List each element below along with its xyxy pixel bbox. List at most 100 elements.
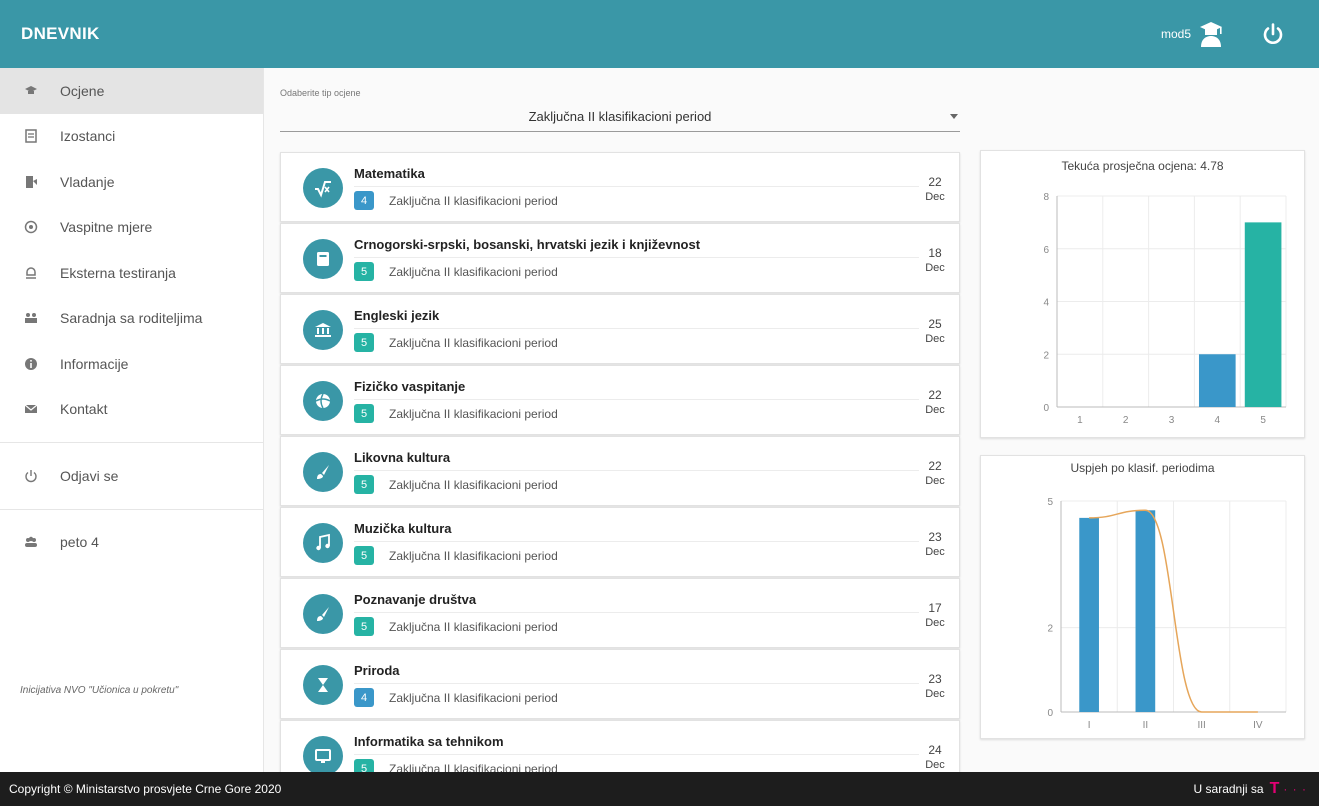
y-tick-label: 6 bbox=[1043, 245, 1049, 256]
sidebar-item-vaspitne-mjere[interactable]: Vaspitne mjere bbox=[0, 205, 263, 251]
book-icon bbox=[303, 239, 343, 279]
power-icon[interactable] bbox=[1261, 22, 1285, 46]
grade-distribution-svg: 0 2 4 6 8 1 2 3 4 5 bbox=[1043, 192, 1287, 426]
grade-month: Dec bbox=[925, 759, 945, 771]
grade-month: Dec bbox=[925, 262, 945, 274]
subject-name: Poznavanje društva bbox=[354, 592, 477, 607]
sidebar-item-label: Informacije bbox=[60, 355, 129, 372]
card-divider bbox=[354, 541, 919, 542]
y-tick-label: 4 bbox=[1043, 298, 1049, 309]
measures-icon bbox=[24, 220, 38, 234]
sidebar-item-izostanci[interactable]: Izostanci bbox=[0, 114, 263, 160]
grade-card[interactable]: Fizičko vaspitanje 5 Zaključna II klasif… bbox=[280, 365, 960, 435]
grade-day: 23 bbox=[928, 672, 942, 686]
grade-badge: 5 bbox=[354, 475, 374, 494]
grade-period: Zaključna II klasifikacioni period bbox=[389, 691, 558, 705]
y-tick-label: 5 bbox=[1047, 497, 1053, 508]
subject-name: Fizičko vaspitanje bbox=[354, 379, 466, 394]
grade-card[interactable]: Engleski jezik 5 Zaključna II klasifikac… bbox=[280, 294, 960, 364]
grade-day: 18 bbox=[928, 246, 942, 260]
sidebar: Ocjene Izostanci Vladanje Vaspitne mjere… bbox=[0, 68, 264, 772]
grade-period: Zaključna II klasifikacioni period bbox=[389, 620, 558, 634]
subject-name: Muzička kultura bbox=[354, 521, 452, 536]
sidebar-item-label: Vaspitne mjere bbox=[60, 219, 153, 236]
x-tick-label: 5 bbox=[1260, 415, 1266, 426]
select-label: Odaberite tip ocjene bbox=[280, 88, 361, 98]
footer: Copyright © Ministarstvo prosvjete Crne … bbox=[0, 772, 1319, 806]
card-divider bbox=[354, 399, 919, 400]
initiative-text: Inicijativa NVO "Učionica u pokretu" bbox=[20, 685, 179, 696]
bar-5 bbox=[1244, 222, 1282, 407]
x-tick-label: II bbox=[1143, 720, 1149, 731]
sidebar-item-ocjene[interactable]: Ocjene bbox=[0, 68, 263, 114]
grade-card[interactable]: Likovna kultura 5 Zaključna II klasifika… bbox=[280, 436, 960, 506]
card-divider bbox=[354, 257, 919, 258]
grade-day: 23 bbox=[928, 530, 942, 544]
grade-card[interactable]: Muzička kultura 5 Zaključna II klasifika… bbox=[280, 507, 960, 577]
grade-month: Dec bbox=[925, 191, 945, 203]
sidebar-divider bbox=[0, 508, 263, 510]
grade-period: Zaključna II klasifikacioni period bbox=[389, 549, 558, 563]
grade-day: 17 bbox=[928, 601, 942, 615]
grade-distribution-chart: Tekuća prosječna ocjena: 4.78 0246812345 bbox=[980, 150, 1305, 438]
y-tick-label: 8 bbox=[1043, 192, 1049, 203]
testing-icon bbox=[24, 266, 38, 280]
sqrt-icon bbox=[303, 168, 343, 208]
brush-icon bbox=[303, 452, 343, 492]
partner-text: U saradnji sa bbox=[1193, 782, 1264, 796]
grade-card[interactable]: Crnogorski-srpski, bosanski, hrvatski je… bbox=[280, 223, 960, 293]
grade-card[interactable]: Priroda 4 Zaključna II klasifikacioni pe… bbox=[280, 649, 960, 719]
grade-period: Zaključna II klasifikacioni period bbox=[389, 478, 558, 492]
top-right: mod5 bbox=[1161, 20, 1285, 48]
main-content: Odaberite tip ocjene Zaključna II klasif… bbox=[280, 68, 960, 790]
grade-period: Zaključna II klasifikacioni period bbox=[389, 265, 558, 279]
brand-title[interactable]: DNEVNIK bbox=[21, 24, 100, 44]
card-divider bbox=[354, 612, 919, 613]
bar-I bbox=[1079, 517, 1099, 712]
grade-period: Zaključna II klasifikacioni period bbox=[389, 407, 558, 421]
sidebar-item-label: Kontakt bbox=[60, 401, 108, 418]
subject-name: Engleski jezik bbox=[354, 308, 440, 323]
sidebar-item-label: Saradnja sa roditeljima bbox=[60, 310, 203, 327]
sidebar-item-kontakt[interactable]: Kontakt bbox=[0, 387, 263, 433]
logout-button[interactable]: Odjavi se bbox=[0, 453, 263, 499]
top-bar: DNEVNIK mod5 bbox=[0, 0, 1319, 68]
x-tick-label: 3 bbox=[1169, 415, 1175, 426]
subject-name: Matematika bbox=[354, 166, 425, 181]
grade-month: Dec bbox=[925, 475, 945, 487]
partner-info[interactable]: U saradnji sa T · · · bbox=[1194, 780, 1307, 798]
x-tick-label: 4 bbox=[1215, 415, 1221, 426]
student-user-icon[interactable] bbox=[1197, 20, 1225, 48]
y-tick-label: 0 bbox=[1043, 403, 1049, 414]
sidebar-item-informacije[interactable]: Informacije bbox=[0, 341, 263, 387]
hourglass-icon bbox=[303, 665, 343, 705]
class-label: peto 4 bbox=[60, 534, 99, 551]
card-divider bbox=[354, 683, 919, 684]
class-selector[interactable]: peto 4 bbox=[0, 520, 263, 566]
grades-icon bbox=[24, 84, 38, 98]
grade-card[interactable]: Poznavanje društva 5 Zaključna II klasif… bbox=[280, 578, 960, 648]
grade-type-select[interactable]: Odaberite tip ocjene Zaključna II klasif… bbox=[280, 88, 960, 132]
card-divider bbox=[354, 186, 919, 187]
sidebar-item-eksterna-testiranja[interactable]: Eksterna testiranja bbox=[0, 250, 263, 296]
y-tick-label: 0 bbox=[1047, 708, 1053, 719]
card-divider bbox=[354, 328, 919, 329]
card-divider bbox=[354, 754, 919, 755]
grade-day: 22 bbox=[928, 459, 942, 473]
subject-name: Priroda bbox=[354, 663, 400, 678]
music-icon bbox=[303, 523, 343, 563]
grade-badge: 5 bbox=[354, 546, 374, 565]
y-tick-label: 2 bbox=[1047, 624, 1053, 635]
logout-label: Odjavi se bbox=[60, 467, 119, 484]
x-tick-label: III bbox=[1197, 720, 1205, 731]
sidebar-item-vladanje[interactable]: Vladanje bbox=[0, 159, 263, 205]
grade-card[interactable]: Matematika 4 Zaključna II klasifikacioni… bbox=[280, 152, 960, 222]
bar-II bbox=[1135, 510, 1156, 712]
grade-month: Dec bbox=[925, 333, 945, 345]
grade-period: Zaključna II klasifikacioni period bbox=[389, 194, 558, 208]
ball-icon bbox=[303, 381, 343, 421]
sidebar-item-label: Ocjene bbox=[60, 82, 105, 99]
power-icon bbox=[24, 469, 38, 483]
sidebar-item-saradnja[interactable]: Saradnja sa roditeljima bbox=[0, 296, 263, 342]
telekom-logo: T bbox=[1269, 780, 1280, 797]
